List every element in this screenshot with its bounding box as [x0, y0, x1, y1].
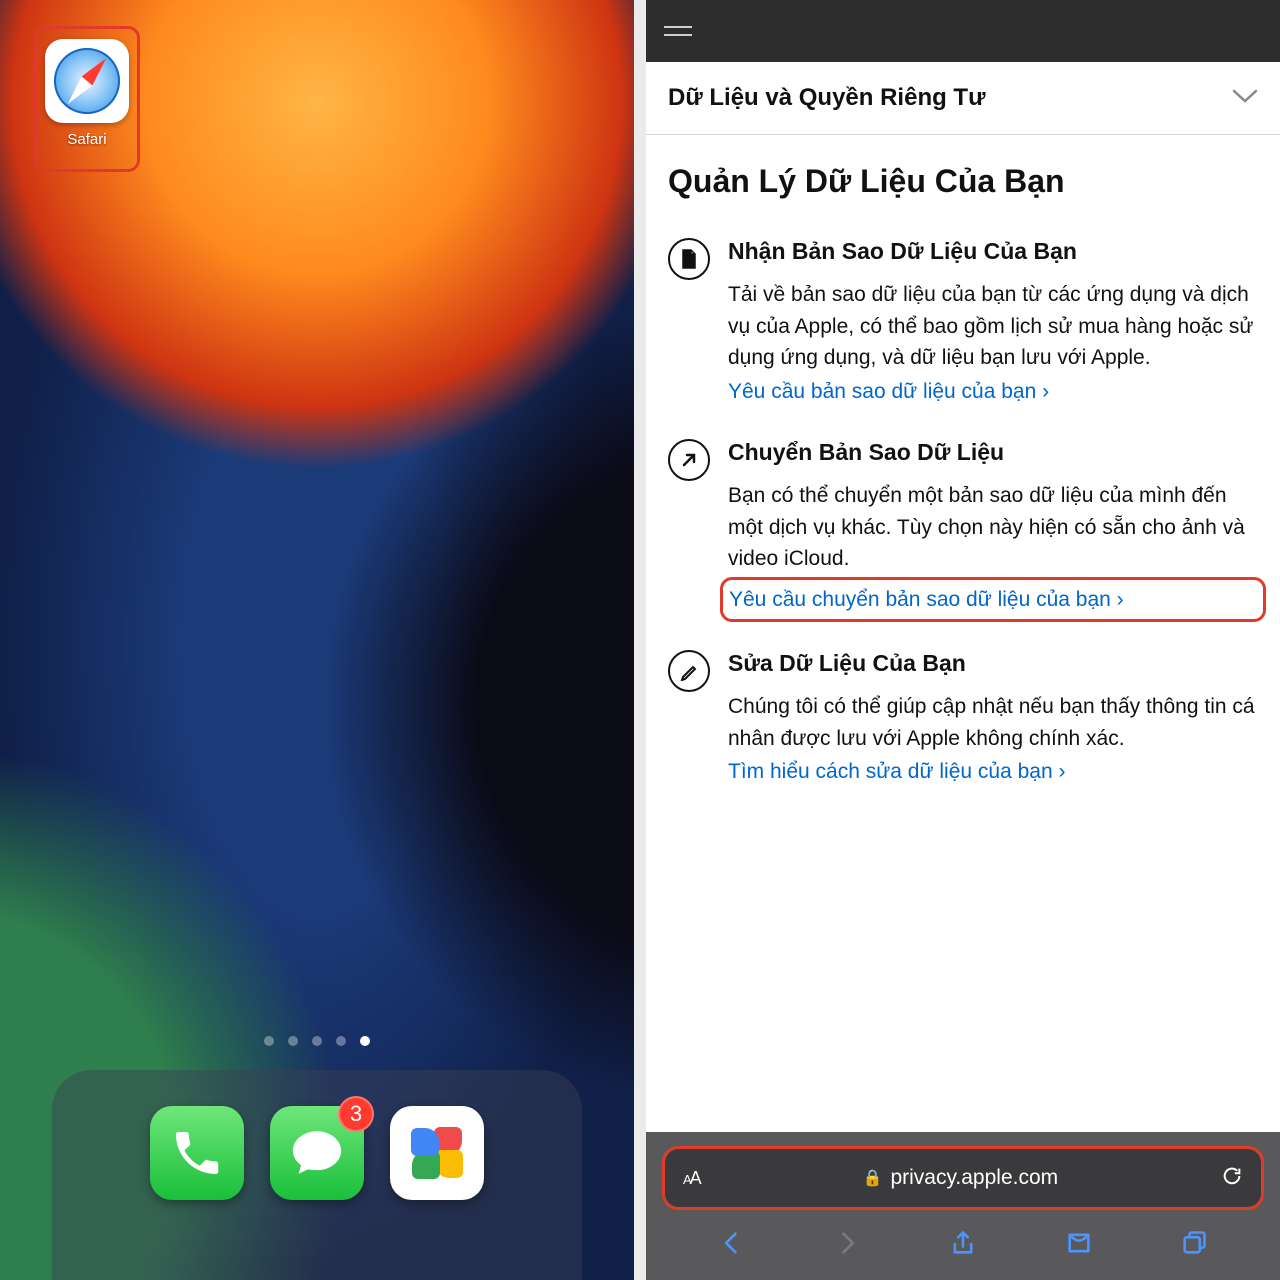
learn-correct-link[interactable]: Tìm hiểu cách sửa dữ liệu của bạn › — [728, 756, 1065, 788]
url-bar[interactable]: AA 🔒 privacy.apple.com — [665, 1149, 1261, 1207]
section-body: Bạn có thể chuyển một bản sao dữ liệu củ… — [728, 480, 1258, 575]
apple-nav-bar — [646, 0, 1280, 62]
home-wallpaper: Safari 3 — [0, 0, 634, 1280]
forward-button[interactable] — [831, 1229, 863, 1262]
request-copy-link[interactable]: Yêu cầu bản sao dữ liệu của bạn › — [728, 376, 1049, 408]
document-icon — [668, 238, 710, 280]
messages-badge: 3 — [338, 1096, 374, 1132]
section-title: Sửa Dữ Liệu Của Bạn — [728, 650, 1258, 691]
message-bubble-icon — [288, 1124, 346, 1182]
safari-browser-panel: Dữ Liệu và Quyền Riêng Tư Quản Lý Dữ Liệ… — [640, 0, 1280, 1280]
page-dropdown[interactable]: Dữ Liệu và Quyền Riêng Tư — [646, 62, 1280, 135]
page-content: Quản Lý Dữ Liệu Của Bạn Nhận Bản Sao Dữ … — [646, 135, 1280, 1132]
url-display[interactable]: 🔒 privacy.apple.com — [714, 1166, 1207, 1190]
compass-icon — [54, 48, 120, 114]
section-title: Chuyển Bản Sao Dữ Liệu — [728, 439, 1258, 480]
page-heading: Quản Lý Dữ Liệu Của Bạn — [668, 135, 1258, 228]
page-indicator[interactable] — [0, 1036, 634, 1046]
safari-bottom-area: AA 🔒 privacy.apple.com — [646, 1132, 1280, 1280]
section-title: Nhận Bản Sao Dữ Liệu Của Bạn — [728, 238, 1258, 279]
reader-aa-icon[interactable]: AA — [683, 1168, 700, 1189]
tabs-button[interactable] — [1178, 1229, 1210, 1262]
bookmarks-button[interactable] — [1063, 1229, 1095, 1262]
ios-home-screen-panel: Safari 3 — [0, 0, 640, 1280]
section-body: Chúng tôi có thể giúp cập nhật nếu bạn t… — [728, 691, 1258, 754]
safari-toolbar — [662, 1210, 1264, 1280]
photos-app-icon[interactable] — [390, 1106, 484, 1200]
section-correct: Sửa Dữ Liệu Của Bạn Chúng tôi có thể giú… — [668, 640, 1258, 810]
url-text: privacy.apple.com — [890, 1166, 1058, 1190]
messages-app-icon[interactable]: 3 — [270, 1106, 364, 1200]
safari-app-highlight-box: Safari — [34, 26, 140, 172]
section-get-copy: Nhận Bản Sao Dữ Liệu Của Bạn Tải về bản … — [668, 228, 1258, 429]
safari-app-icon[interactable] — [45, 39, 129, 123]
url-bar-highlight-box: AA 🔒 privacy.apple.com — [662, 1146, 1264, 1210]
dock: 3 — [52, 1070, 582, 1280]
back-button[interactable] — [716, 1229, 748, 1262]
menu-icon[interactable] — [664, 26, 692, 36]
transfer-link-highlight-box: Yêu cầu chuyển bản sao dữ liệu của bạn › — [720, 577, 1266, 623]
refresh-button[interactable] — [1221, 1165, 1243, 1192]
dropdown-title: Dữ Liệu và Quyền Riêng Tư — [668, 84, 985, 112]
pencil-icon — [668, 650, 710, 692]
safari-app-label: Safari — [67, 131, 106, 148]
section-body: Tải về bản sao dữ liệu của bạn từ các ứn… — [728, 279, 1258, 374]
phone-app-icon[interactable] — [150, 1106, 244, 1200]
pinwheel-icon — [406, 1122, 468, 1184]
lock-icon: 🔒 — [863, 1168, 883, 1188]
share-button[interactable] — [947, 1229, 979, 1262]
section-transfer: Chuyển Bản Sao Dữ Liệu Bạn có thể chuyển… — [668, 429, 1258, 640]
request-transfer-link[interactable]: Yêu cầu chuyển bản sao dữ liệu của bạn › — [729, 584, 1124, 616]
phone-icon — [169, 1125, 225, 1181]
chevron-down-icon — [1232, 89, 1258, 108]
arrow-out-icon — [668, 439, 710, 481]
